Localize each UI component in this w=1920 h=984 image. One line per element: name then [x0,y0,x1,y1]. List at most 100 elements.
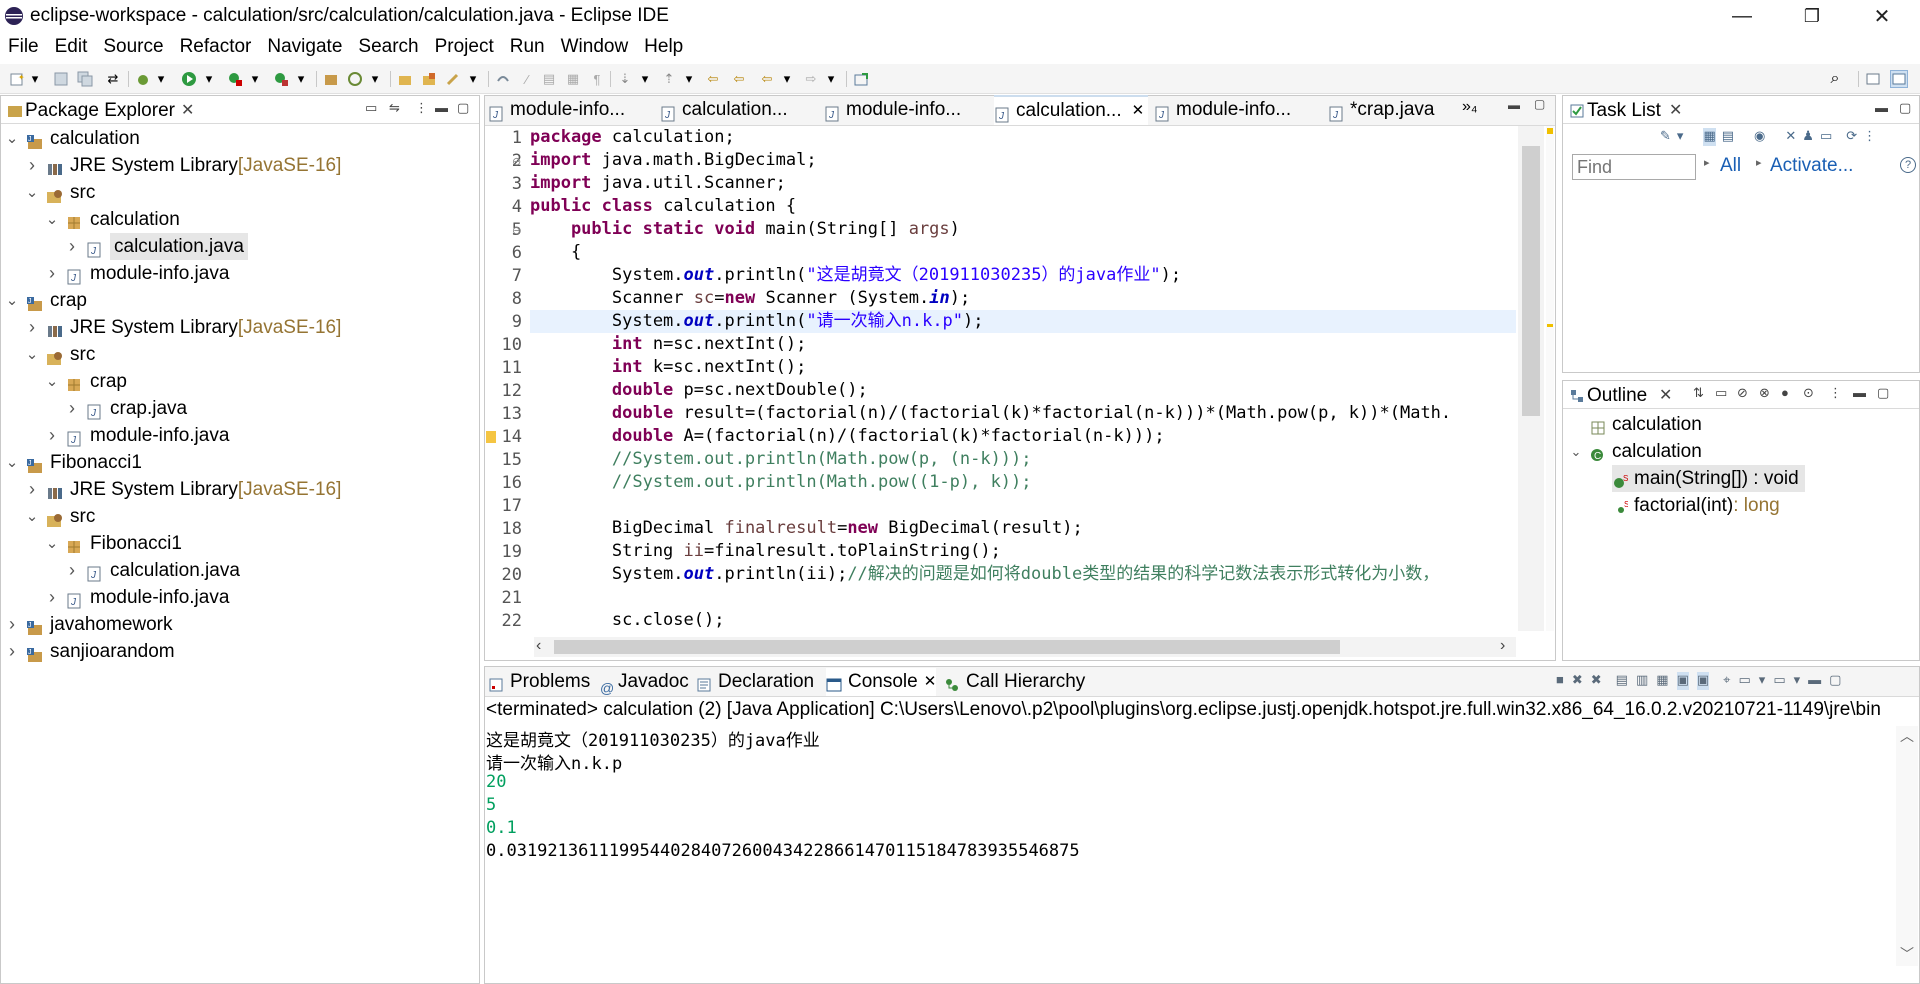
word-wrap-icon[interactable]: ▦ [564,70,582,88]
save-icon[interactable] [52,70,70,88]
menu-help[interactable]: Help [636,32,691,62]
outline-menu-icon[interactable]: ⋮ [1829,385,1842,401]
new-class-dropdown-icon[interactable]: ▾ [366,70,384,88]
toggle-block-icon[interactable]: ▤ [540,70,558,88]
console-vscroll[interactable]: ︿ ﹀ [1896,726,1918,966]
coverage-dropdown-icon[interactable]: ▾ [246,70,264,88]
forward-dropdown-icon[interactable]: ▾ [822,70,840,88]
outline-collapse-icon[interactable]: ▭ [1715,385,1727,401]
external-tools-icon[interactable] [272,70,290,88]
word-wrap-console-icon[interactable]: ▦ [1656,672,1668,690]
save-all-icon[interactable] [76,70,94,88]
warning-icon[interactable] [486,431,496,443]
pin-console-icon[interactable]: ⌖ [1723,672,1730,690]
sync-icon[interactable]: ⟳ [1846,128,1857,146]
new-dropdown-icon[interactable]: ▾ [26,70,44,88]
tree-item[interactable]: › Jmodule-info.java [44,260,229,287]
editor-tab-5[interactable]: Jmodule-info... [1154,95,1291,125]
task-maximize-icon[interactable]: ▢ [1899,100,1911,116]
editor-tab-4[interactable]: Jcalculation... ✕ [994,95,1149,125]
tree-item[interactable]: ⌄ Fibonacci1 [44,530,182,557]
task-all-link[interactable]: All [1720,155,1741,177]
chevron-right-icon[interactable]: › [24,314,40,341]
tab-console[interactable]: Console ✕ [826,668,937,696]
remove-launch-icon[interactable]: ✖ [1572,672,1583,690]
java-perspective-icon[interactable] [1890,70,1908,88]
tab-javadoc[interactable]: @ Javadoc [600,668,689,696]
editor-vscroll[interactable] [1518,126,1544,631]
chevron-down-icon[interactable]: ⌄ [44,368,60,395]
menu-project[interactable]: Project [427,32,502,62]
menu-search[interactable]: Search [350,32,426,62]
pin-editor-icon[interactable] [852,70,870,88]
outline-minimize-icon[interactable]: ▬ [1853,385,1866,400]
editor-hscroll[interactable] [534,637,1516,657]
outline-class[interactable]: ⌄ C calculation [1568,438,1702,465]
display-console-dropdown-icon[interactable]: ▾ [1759,672,1766,690]
external-tools-dropdown-icon[interactable]: ▾ [292,70,310,88]
chevron-down-icon[interactable]: ⌄ [4,287,20,314]
tree-item[interactable]: ⌄ crap [44,368,127,395]
chevron-right-icon[interactable]: › [44,422,60,449]
tree-item[interactable]: › Jjavahomework [4,611,173,638]
new-java-package-icon[interactable] [346,70,364,88]
tab-declaration[interactable]: Declaration [696,668,814,696]
remove-all-icon[interactable]: ✖ [1591,672,1602,690]
outline-factorial-method[interactable]: S factorial(int) : long [1616,492,1780,519]
close-task-list-icon[interactable]: ✕ [1669,100,1682,120]
help-icon[interactable]: ? [1900,157,1916,173]
toggle-mark-icon[interactable]: ⁄ [518,70,536,88]
tree-item[interactable]: › JRE System Library [JavaSE-16] [24,476,341,503]
chevron-down-icon[interactable]: ⌄ [4,125,20,152]
editor-minimize-icon[interactable]: ▬ [1508,98,1520,112]
menu-edit[interactable]: Edit [47,32,96,62]
new-icon[interactable]: ✦ [8,70,26,88]
tree-item[interactable]: › Jcrap.java [64,395,187,422]
debug-dropdown-icon[interactable]: ▾ [152,70,170,88]
search-tool-icon[interactable] [444,70,462,88]
scroll-lock-icon[interactable]: ▥ [1636,672,1648,690]
terminate-icon[interactable]: ■ [1556,672,1564,690]
task-menu-icon[interactable]: ⋮ [1863,128,1876,146]
maximize-view-icon[interactable]: ▢ [457,100,469,116]
editor-tab-2[interactable]: Jcalculation... [660,95,788,125]
new-task-dropdown-icon[interactable]: ▾ [1677,128,1684,146]
tree-item[interactable]: ⌄ Jcrap [4,287,87,314]
tree-item[interactable]: ⌄ src [24,179,96,206]
task-minimize-icon[interactable]: ▬ [1875,100,1888,115]
open-task-icon[interactable] [420,70,438,88]
link-editor-icon[interactable]: ⇋ [389,100,400,116]
tree-item[interactable]: › JRE System Library [JavaSE-16] [24,152,341,179]
editor-vscroll-thumb[interactable] [1522,146,1540,416]
editor-hscroll-thumb[interactable] [554,640,1340,654]
back-arrow-icon[interactable]: ⇦ [758,70,776,88]
prev-annotation-dropdown-icon[interactable]: ▾ [680,70,698,88]
minimize-button[interactable]: — [1712,0,1772,32]
tree-item[interactable]: › Jcalculation.java [64,233,248,260]
chevron-right-icon[interactable]: › [44,584,60,611]
chevron-down-icon[interactable]: ⌄ [4,449,20,476]
chevron-right-icon[interactable]: › [24,152,40,179]
tree-item[interactable]: › Jsanjioarandom [4,638,175,665]
next-annotation-dropdown-icon[interactable]: ▾ [636,70,654,88]
collapse-icon[interactable]: ▭ [1820,128,1832,146]
menu-source[interactable]: Source [95,32,171,62]
restore-button[interactable]: ❐ [1782,0,1842,32]
search-icon[interactable]: ⌕ [1826,70,1844,88]
open-type-icon[interactable] [396,70,414,88]
tree-item[interactable]: › Jmodule-info.java [44,422,229,449]
scroll-right-icon[interactable]: › [1500,637,1505,655]
hide-nonpublic-icon[interactable]: ● [1781,385,1789,400]
chevron-down-icon[interactable]: ⌄ [44,206,60,233]
task-activate-link[interactable]: Activate... [1770,155,1853,177]
menu-window[interactable]: Window [553,32,637,62]
forward-icon[interactable]: ⇨ [802,70,820,88]
clear-console-icon[interactable]: ▤ [1616,672,1628,690]
hide-icon[interactable]: ♟ [1802,128,1814,146]
outline-main-method[interactable]: S main(String[]) : void [1612,465,1805,492]
hide-fields-icon[interactable]: ⊘ [1737,385,1748,401]
chevron-down-icon[interactable]: ⌄ [44,530,60,557]
chevron-right-icon[interactable]: › [4,611,20,638]
hide-local-types-icon[interactable]: ⊙ [1803,385,1814,401]
new-task-icon[interactable]: ✎ [1660,128,1671,146]
